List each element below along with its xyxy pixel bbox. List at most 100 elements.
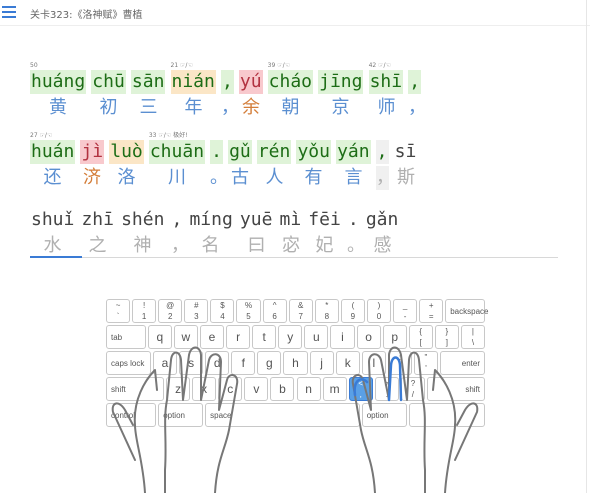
hanzi-char: ， [408, 97, 426, 118]
key-f[interactable]: f [231, 351, 256, 375]
key-symbol[interactable]: ) 0 [366, 299, 392, 323]
pinyin-syllable: huán 27 ☞/☜ [30, 132, 76, 164]
hanzi-char: 妃 [315, 235, 334, 256]
key-symbol[interactable]: >. [374, 377, 399, 401]
key-y[interactable]: y [278, 325, 303, 349]
key-symbol[interactable]: ^ 6 [262, 299, 287, 323]
key-s[interactable]: s [179, 351, 204, 375]
key-tab[interactable]: tab [106, 325, 146, 349]
pinyin-syllable: yuē [239, 209, 273, 230]
key-space[interactable]: space [205, 403, 360, 427]
pinyin-syllable: chuān 33 ☞/☜ 极好! [148, 132, 206, 164]
key-enter[interactable]: enter [440, 351, 485, 375]
hanzi-char: 宓 [282, 235, 300, 256]
pinyin-syllable: , [408, 70, 422, 94]
key-symbol[interactable]: ! 1 [132, 299, 157, 323]
hanzi-char: 斯 [397, 167, 415, 188]
key-symbol[interactable]: <, [348, 377, 373, 401]
key-symbol[interactable]: {[ [408, 325, 433, 349]
key-p[interactable]: p [382, 325, 407, 349]
virtual-keyboard: ~ `! 1 @2 #3 $4% 5 ^ 6 & 7 * 8(9) 0 _ - + = backspace tab q w… [105, 299, 488, 431]
key-symbol[interactable]: + = [419, 299, 444, 323]
key-symbol[interactable]: $4 [210, 299, 235, 323]
key-shift[interactable]: shift [426, 377, 485, 401]
pinyin-syllable: shuǐ [31, 209, 75, 230]
pinyin-syllable: sān [130, 70, 166, 94]
key-symbol[interactable]: _ - [393, 299, 418, 323]
hanzi-char: ， [376, 166, 394, 190]
key-m[interactable]: m [322, 377, 347, 401]
key-i[interactable]: i [330, 325, 355, 349]
pinyin-syllable: , [220, 70, 234, 94]
key-t[interactable]: t [252, 325, 277, 349]
key-symbol[interactable]: }] [434, 325, 459, 349]
pinyin-syllable: . [347, 209, 359, 230]
key-o[interactable]: o [356, 325, 381, 349]
key-symbol[interactable]: * 8 [314, 299, 339, 323]
key-capslock[interactable]: caps lock [106, 351, 151, 375]
key-option[interactable]: option [361, 403, 407, 427]
pinyin-syllable: , [375, 140, 389, 164]
hanzi-char: 有 [304, 167, 323, 188]
key-l[interactable]: l [361, 351, 386, 375]
key-symbol[interactable]: #3 [184, 299, 209, 323]
key-j[interactable]: j [309, 351, 334, 375]
pinyin-syllable: chū [91, 70, 126, 94]
key-option[interactable]: option [158, 403, 204, 427]
hanzi-char: 川 [168, 167, 186, 188]
pinyin-syllable: sī [394, 141, 417, 162]
hanzi-char: 水 [43, 235, 62, 256]
key-symbol[interactable]: @2 [158, 299, 183, 323]
hanzi-char: 人 [265, 167, 284, 188]
pinyin-syllable: jīng [318, 70, 364, 94]
hanzi-char: 济 [83, 167, 101, 188]
hanzi-char: 师 [377, 97, 396, 118]
key-b[interactable]: b [270, 377, 295, 401]
key-h[interactable]: h [283, 351, 308, 375]
pinyin-syllable: fēi [308, 209, 341, 230]
key-symbol[interactable]: & 7 [288, 299, 313, 323]
key-symbol[interactable]: " ' [413, 351, 439, 375]
key-symbol[interactable]: | \ [460, 325, 485, 349]
text-line: shuǐ zhī shén , míng yuē mì fēi . gǎn 水 之… [30, 208, 399, 260]
key-a[interactable]: a [152, 351, 178, 375]
pinyin-syllable: yǒu [296, 140, 331, 164]
pinyin-row: shuǐ zhī shén , míng yuē mì fēi . gǎn [30, 208, 399, 234]
hanzi-char: 洛 [117, 167, 136, 188]
key-k[interactable]: k [335, 351, 360, 375]
key-shift[interactable]: shift [106, 377, 165, 401]
key-symbol[interactable]: ~ ` [106, 299, 131, 323]
hanzi-char: 三 [139, 97, 158, 118]
key-c[interactable]: c [218, 377, 243, 401]
key-z[interactable]: z [166, 377, 191, 401]
pinyin-syllable: shén [121, 209, 165, 230]
menu-icon[interactable] [2, 6, 16, 18]
key-symbol[interactable]: (9 [340, 299, 365, 323]
hanzi-char: 感 [373, 235, 392, 256]
key-w[interactable]: w [173, 325, 198, 349]
hanzi-row: 还济洛 川 。古人有言 ，斯 [30, 166, 417, 192]
scrollbar-track[interactable] [586, 0, 587, 493]
key-x[interactable]: x [192, 377, 217, 401]
pinyin-syllable: . [210, 140, 223, 164]
key-symbol[interactable]: ? / [400, 377, 425, 401]
pinyin-syllable: mì [279, 209, 302, 230]
pinyin-syllable: shī 42 ☞/☜ [368, 62, 404, 94]
key-q[interactable]: q [147, 325, 172, 349]
key-backspace[interactable]: backspace [445, 299, 488, 323]
key-blank[interactable] [408, 403, 485, 427]
key-d[interactable]: d [205, 351, 230, 375]
key-u[interactable]: u [304, 325, 329, 349]
key-symbol[interactable]: % 5 [236, 299, 261, 323]
typing-progress-indicator [30, 256, 82, 258]
key-g[interactable]: g [257, 351, 282, 375]
syllable-note: 42 ☞/☜ [368, 62, 391, 69]
hanzi-char: 。 [347, 235, 365, 256]
key-symbol[interactable]: :; [387, 351, 412, 375]
text-line: huán 27 ☞/☜ jì luò chuān 33 ☞/☜ 极好! . gǔ r… [30, 132, 417, 192]
key-r[interactable]: r [226, 325, 251, 349]
key-control[interactable]: control [106, 403, 157, 427]
key-n[interactable]: n [296, 377, 321, 401]
key-e[interactable]: e [199, 325, 225, 349]
key-v[interactable]: v [244, 377, 269, 401]
